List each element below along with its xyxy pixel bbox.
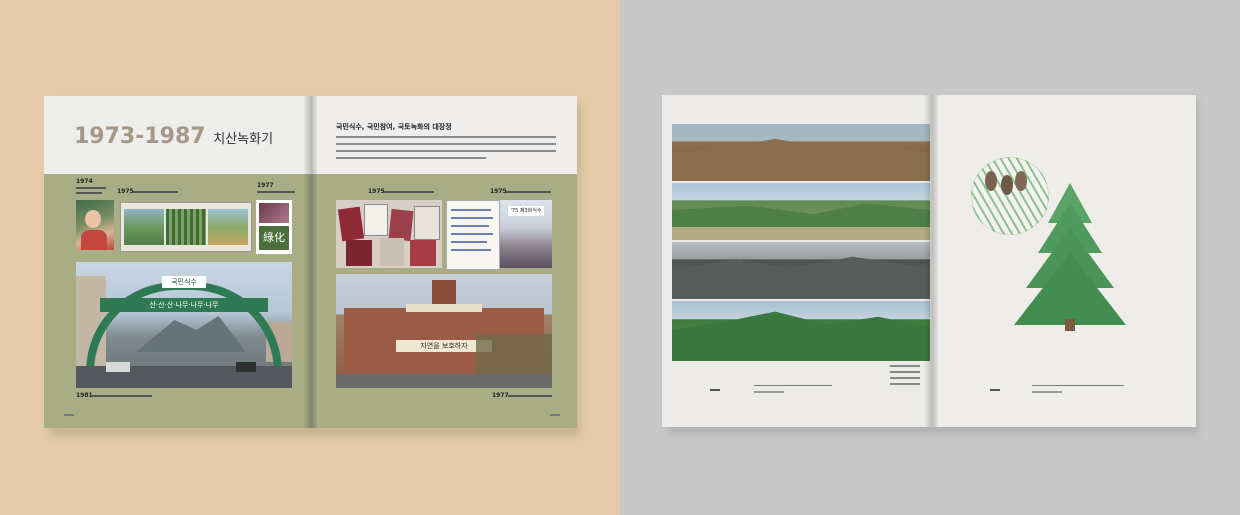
booklet — [337, 206, 365, 242]
caption-line — [890, 371, 920, 373]
tree-tier-bottom — [1014, 253, 1126, 325]
stamp-green-block: 綠化 — [259, 226, 289, 250]
banner-top — [406, 304, 482, 312]
right-page: 국민식수, 국민참여, 국토녹화의 대장정 1975 1975 '75 제3회식… — [312, 96, 577, 428]
road — [336, 374, 552, 388]
child-face — [85, 210, 101, 228]
caption-line — [508, 395, 552, 397]
green-stamp-photo: 綠化 — [256, 200, 292, 254]
caption-line — [76, 192, 102, 194]
caption-line — [76, 187, 106, 189]
period-title: 1973-1987 치산녹화기 — [74, 124, 273, 149]
booklet — [410, 240, 436, 266]
caption-line — [384, 191, 434, 193]
caption-line — [890, 383, 920, 385]
caption-line — [1032, 391, 1062, 393]
para-line — [336, 143, 556, 145]
booklet — [380, 238, 404, 266]
arch-banner-top: 국민식수 — [162, 276, 206, 288]
tree-trunk — [1065, 319, 1075, 331]
year-label-1975c: 1975 — [490, 188, 507, 195]
child-shirt — [81, 230, 107, 250]
street-arch-photo: 국민식수 산·산·산·나무·나무·나무 — [76, 262, 292, 388]
left-mockup-panel: 1973-1987 치산녹화기 1974 1975 1977 綠化 국민식수 산… — [0, 0, 620, 515]
booklet — [364, 204, 388, 236]
section-heading: 국민식수, 국민참여, 국토녹화의 대장정 — [336, 123, 452, 131]
car — [106, 362, 130, 372]
stamp-2 — [166, 209, 206, 245]
arch — [86, 282, 282, 372]
period-name: 치산녹화기 — [213, 132, 274, 147]
doc-line — [451, 225, 489, 227]
para-line — [336, 157, 486, 159]
para-line — [336, 150, 556, 152]
landscape-photo-3 — [672, 242, 930, 299]
doc-line — [451, 249, 491, 251]
trees — [476, 334, 552, 374]
city-hall-photo: 자연을 보호하자 — [336, 274, 552, 388]
year-label-1975a: 1975 — [117, 188, 134, 195]
caption-line — [890, 365, 920, 367]
page-number-line — [550, 414, 560, 416]
arch-banner-main: 산·산·산·나무·나무·나무 — [100, 298, 268, 312]
field — [672, 227, 930, 240]
caption-line — [890, 377, 920, 379]
caption-line — [257, 191, 295, 193]
book-fold-shadow — [924, 95, 938, 427]
period-years: 1973-1987 — [74, 124, 206, 149]
caption-rule — [1032, 385, 1124, 386]
caption-line — [133, 191, 178, 193]
landscape-photo-1 — [672, 124, 930, 181]
stamp-sheet-photo — [120, 202, 252, 252]
doc-line — [451, 209, 491, 211]
left-page: 1973-1987 치산녹화기 1974 1975 1977 綠化 국민식수 산… — [44, 96, 312, 428]
doc-line — [451, 217, 493, 219]
book-fold-shadow — [303, 96, 317, 428]
caption-line — [754, 391, 784, 393]
stamp-3 — [208, 209, 248, 245]
year-label-1975b: 1975 — [368, 188, 385, 195]
tree-page — [932, 95, 1196, 427]
crowd-photo: '75 제3회식수 — [500, 200, 552, 268]
para-line — [336, 136, 556, 138]
booklet — [346, 240, 372, 266]
car — [236, 362, 256, 372]
year-label-1981: 1981 — [76, 392, 93, 399]
forest-hill — [672, 311, 930, 361]
stamp-picture — [259, 203, 289, 223]
banner-sign: '75 제3회식수 — [508, 206, 544, 216]
landscape-photo-2 — [672, 183, 930, 240]
caption-mark — [710, 389, 720, 391]
landscape-photo-4 — [672, 301, 930, 361]
barren-hill — [672, 138, 930, 181]
landscape-page — [662, 95, 932, 427]
page-number-line — [64, 414, 74, 416]
grey-hill — [672, 256, 930, 299]
year-label-1974: 1974 — [76, 178, 93, 185]
girl-poster-photo — [76, 200, 114, 250]
caption-line — [506, 191, 551, 193]
right-mockup-panel — [620, 0, 1240, 515]
year-label-1977b: 1977 — [492, 392, 509, 399]
doc-line — [451, 233, 493, 235]
year-label-1977a: 1977 — [257, 182, 274, 189]
booklets-photo — [336, 200, 442, 268]
pinecone — [985, 171, 997, 191]
booklet — [388, 208, 414, 242]
stamp-1 — [124, 209, 164, 245]
caption-line — [92, 395, 152, 397]
fir-tree-illustration — [1014, 183, 1126, 331]
document-photo — [446, 200, 500, 270]
caption-rule — [754, 385, 832, 386]
caption-mark — [990, 389, 1000, 391]
doc-line — [451, 241, 487, 243]
booklet — [414, 206, 440, 240]
